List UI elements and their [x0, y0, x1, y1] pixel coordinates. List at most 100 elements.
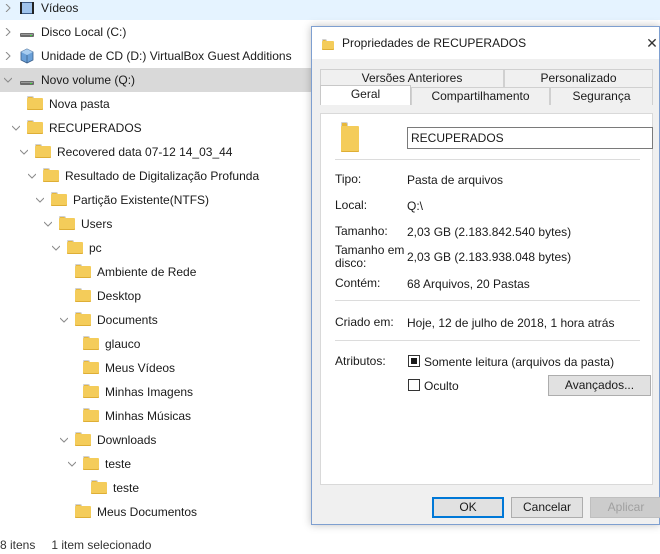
tab-compartilhamento[interactable]: Compartilhamento — [411, 87, 550, 105]
tree-item-label: Disco Local (C:) — [41, 25, 127, 39]
tree-item-label: Unidade de CD (D:) VirtualBox Guest Addi… — [41, 49, 292, 63]
folder-icon — [27, 120, 43, 136]
tree-item-label: teste — [105, 457, 132, 471]
divider — [335, 159, 640, 160]
chevron-down-icon[interactable] — [67, 452, 77, 476]
created-value: Hoje, 12 de julho de 2018, 1 hora atrás — [407, 316, 615, 330]
drive-icon — [19, 24, 35, 40]
cancel-button[interactable]: Cancelar — [511, 497, 583, 518]
size-label: Tamanho: — [335, 224, 388, 238]
advanced-button[interactable]: Avançados... — [548, 375, 651, 396]
chevron-down-icon[interactable] — [59, 308, 69, 332]
tree-item-label: Vídeos — [41, 1, 79, 15]
contains-value: 68 Arquivos, 20 Pastas — [407, 277, 530, 291]
tree-item-label: Ambiente de Rede — [97, 265, 197, 279]
tree-item[interactable]: Vídeos — [0, 0, 660, 20]
hidden-checkbox[interactable] — [408, 379, 420, 391]
cd-drive-icon — [19, 48, 35, 64]
status-bar: 8 itens 1 item selecionado — [0, 536, 660, 554]
dialog-title: Propriedades de RECUPERADOS — [342, 36, 527, 50]
tree-item-label: pc — [89, 241, 102, 255]
readonly-checkbox[interactable] — [408, 355, 420, 367]
tree-item-label: RECUPERADOS — [49, 121, 142, 135]
chevron-down-icon[interactable] — [11, 116, 21, 140]
folder-icon — [35, 144, 51, 160]
folder-icon — [83, 384, 99, 400]
tab-personalizado[interactable]: Personalizado — [504, 69, 653, 87]
chevron-right-icon[interactable] — [3, 0, 13, 20]
status-selection: 1 item selecionado — [51, 538, 152, 552]
ok-button[interactable]: OK — [432, 497, 504, 518]
folder-icon — [75, 312, 91, 328]
chevron-down-icon[interactable] — [43, 212, 53, 236]
tab-seguranca[interactable]: Segurança — [550, 87, 653, 105]
divider — [335, 340, 640, 341]
tab-row-front: Geral Compartilhamento Segurança — [320, 85, 653, 105]
chevron-down-icon[interactable] — [59, 428, 69, 452]
chevron-down-icon[interactable] — [51, 236, 61, 260]
folder-icon — [83, 456, 99, 472]
tree-item-label: Meus Vídeos — [105, 361, 176, 375]
size-on-disk-value: 2,03 GB (2.183.938.048 bytes) — [407, 250, 572, 264]
tree-item-label: Documents — [97, 313, 158, 327]
folder-icon — [75, 504, 91, 520]
chevron-down-icon[interactable] — [19, 140, 29, 164]
created-label: Criado em: — [335, 315, 394, 329]
dialog-titlebar[interactable]: Propriedades de RECUPERADOS ✕ — [312, 27, 659, 59]
general-tab-panel: Tipo: Pasta de arquivos Local: Q:\ Taman… — [320, 113, 653, 485]
tree-item-label: glauco — [105, 337, 141, 351]
folder-icon — [322, 37, 334, 50]
type-label: Tipo: — [335, 172, 362, 186]
videos-icon — [19, 0, 35, 16]
chevron-right-icon[interactable] — [3, 20, 13, 44]
contains-label: Contém: — [335, 276, 381, 290]
folder-icon — [83, 336, 99, 352]
folder-icon — [59, 216, 75, 232]
tab-geral[interactable]: Geral — [320, 85, 411, 105]
status-item-count: 8 itens — [0, 538, 36, 552]
chevron-down-icon[interactable] — [27, 164, 37, 188]
type-value: Pasta de arquivos — [407, 173, 504, 187]
properties-dialog: Propriedades de RECUPERADOS ✕ Versões An… — [311, 26, 660, 525]
folder-icon — [75, 432, 91, 448]
close-button[interactable]: ✕ — [645, 27, 659, 59]
location-label: Local: — [335, 198, 368, 212]
tree-item-label: Meus Documentos — [97, 505, 198, 519]
folder-icon — [75, 288, 91, 304]
folder-icon — [27, 96, 43, 112]
tree-item-label: Partição Existente(NTFS) — [73, 193, 210, 207]
folder-icon — [67, 240, 83, 256]
folder-icon — [75, 264, 91, 280]
tree-item-label: teste — [113, 481, 140, 495]
folder-icon — [341, 120, 359, 152]
tree-item-label: Minhas Imagens — [105, 385, 194, 399]
location-value: Q:\ — [407, 199, 424, 213]
tree-item-label: Recovered data 07-12 14_03_44 — [57, 145, 233, 159]
tree-item-label: Users — [81, 217, 113, 231]
hidden-label[interactable]: Oculto — [424, 379, 459, 393]
chevron-right-icon[interactable] — [3, 44, 13, 68]
apply-button[interactable]: Aplicar — [590, 497, 660, 518]
chevron-down-icon[interactable] — [3, 68, 13, 92]
folder-icon — [51, 192, 67, 208]
size-value: 2,03 GB (2.183.842.540 bytes) — [407, 225, 572, 239]
folder-name-input[interactable] — [407, 127, 653, 149]
chevron-down-icon[interactable] — [35, 188, 45, 212]
tree-item-label: Novo volume (Q:) — [41, 73, 136, 87]
drive-icon — [19, 72, 35, 88]
readonly-label[interactable]: Somente leitura (arquivos da pasta) — [424, 355, 614, 369]
tree-item-label: Minhas Músicas — [105, 409, 192, 423]
tree-item-label: Downloads — [97, 433, 157, 447]
folder-icon — [91, 480, 107, 496]
tree-item-label: Desktop — [97, 289, 142, 303]
folder-icon — [43, 168, 59, 184]
